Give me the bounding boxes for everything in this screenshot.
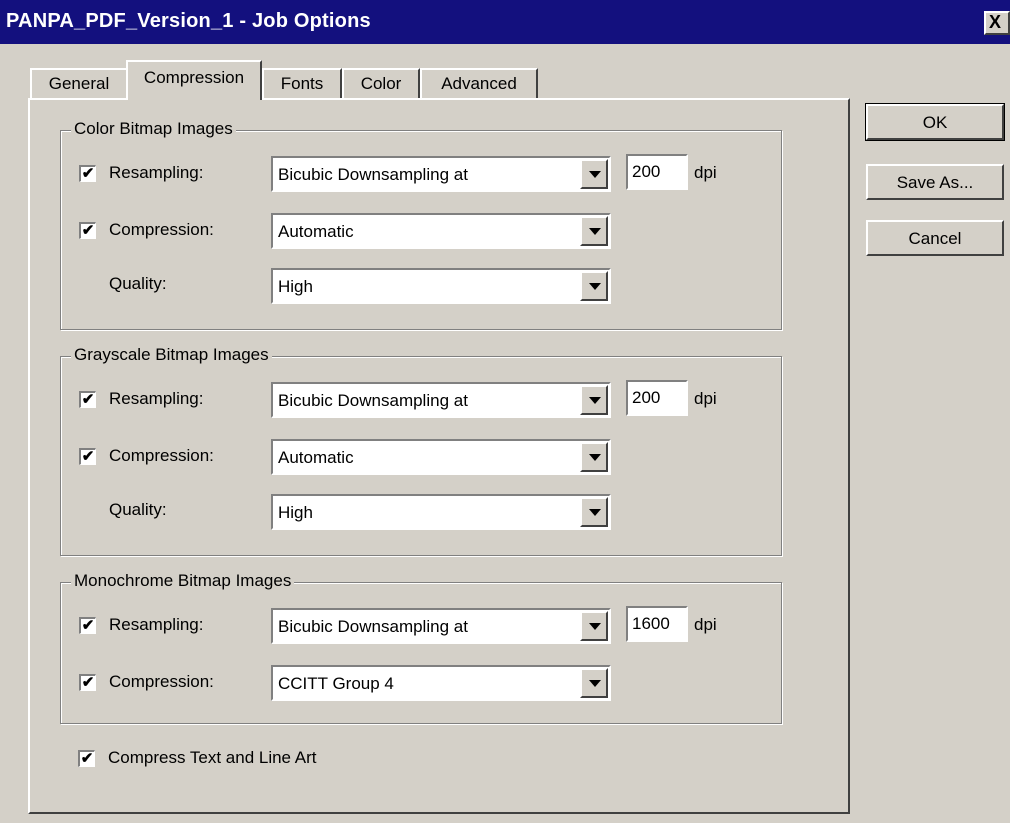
mono-compression-label: Compression: xyxy=(109,672,214,691)
gray-resampling-checkbox[interactable]: ✔ xyxy=(79,391,96,408)
gray-resampling-select[interactable]: Bicubic Downsampling at xyxy=(271,382,611,418)
gray-quality-label: Quality: xyxy=(109,500,167,519)
cancel-button[interactable]: Cancel xyxy=(866,220,1004,256)
tab-compression[interactable]: Compression xyxy=(126,60,262,100)
mono-compression-checkbox[interactable]: ✔ xyxy=(79,674,96,691)
color-quality-label: Quality: xyxy=(109,274,167,293)
dropdown-arrow-icon[interactable] xyxy=(580,385,608,415)
color-resampling-label: Resampling: xyxy=(109,163,204,182)
mono-resampling-select[interactable]: Bicubic Downsampling at xyxy=(271,608,611,644)
color-dpi-input[interactable]: 200 xyxy=(626,154,688,190)
gray-compression-select[interactable]: Automatic xyxy=(271,439,611,475)
tab-advanced[interactable]: Advanced xyxy=(420,68,538,98)
color-resampling-checkbox[interactable]: ✔ xyxy=(79,165,96,182)
dropdown-arrow-icon[interactable] xyxy=(580,271,608,301)
compress-text-checkbox[interactable]: ✔ xyxy=(78,750,95,767)
compression-panel: Color Bitmap Images ✔ Resampling: Bicubi… xyxy=(28,98,850,814)
color-quality-value: High xyxy=(278,277,313,296)
color-dpi-unit: dpi xyxy=(694,163,717,182)
mono-dpi-input[interactable]: 1600 xyxy=(626,606,688,642)
title-bar[interactable]: PANPA_PDF_Version_1 - Job Options X xyxy=(0,0,1010,44)
tab-color[interactable]: Color xyxy=(342,68,420,98)
color-compression-value: Automatic xyxy=(278,222,354,241)
mono-compression-value: CCITT Group 4 xyxy=(278,674,394,693)
dropdown-arrow-icon[interactable] xyxy=(580,442,608,472)
gray-dpi-unit: dpi xyxy=(694,389,717,408)
tab-general[interactable]: General xyxy=(30,68,128,98)
gray-compression-checkbox[interactable]: ✔ xyxy=(79,448,96,465)
gray-resampling-label: Resampling: xyxy=(109,389,204,408)
color-compression-checkbox[interactable]: ✔ xyxy=(79,222,96,239)
close-button[interactable]: X xyxy=(984,11,1010,35)
dropdown-arrow-icon[interactable] xyxy=(580,611,608,641)
window-title: PANPA_PDF_Version_1 - Job Options xyxy=(6,10,371,32)
color-group-legend: Color Bitmap Images xyxy=(71,119,236,139)
mono-group-legend: Monochrome Bitmap Images xyxy=(71,571,295,591)
gray-dpi-input[interactable]: 200 xyxy=(626,380,688,416)
gray-compression-label: Compression: xyxy=(109,446,214,465)
mono-resampling-checkbox[interactable]: ✔ xyxy=(79,617,96,634)
mono-resampling-value: Bicubic Downsampling at xyxy=(278,617,468,636)
gray-quality-value: High xyxy=(278,503,313,522)
color-resampling-value: Bicubic Downsampling at xyxy=(278,165,468,184)
gray-quality-select[interactable]: High xyxy=(271,494,611,530)
color-compression-select[interactable]: Automatic xyxy=(271,213,611,249)
gray-group-legend: Grayscale Bitmap Images xyxy=(71,345,272,365)
color-compression-label: Compression: xyxy=(109,220,214,239)
save-as-button[interactable]: Save As... xyxy=(866,164,1004,200)
dropdown-arrow-icon[interactable] xyxy=(580,668,608,698)
monochrome-bitmap-group: Monochrome Bitmap Images ✔ Resampling: B… xyxy=(60,571,782,724)
gray-compression-value: Automatic xyxy=(278,448,354,467)
dropdown-arrow-icon[interactable] xyxy=(580,159,608,189)
color-resampling-select[interactable]: Bicubic Downsampling at xyxy=(271,156,611,192)
mono-dpi-unit: dpi xyxy=(694,615,717,634)
compress-text-label: Compress Text and Line Art xyxy=(108,748,317,767)
mono-resampling-label: Resampling: xyxy=(109,615,204,634)
tab-fonts[interactable]: Fonts xyxy=(262,68,342,98)
gray-resampling-value: Bicubic Downsampling at xyxy=(278,391,468,410)
grayscale-bitmap-group: Grayscale Bitmap Images ✔ Resampling: Bi… xyxy=(60,345,782,556)
color-quality-select[interactable]: High xyxy=(271,268,611,304)
mono-compression-select[interactable]: CCITT Group 4 xyxy=(271,665,611,701)
dropdown-arrow-icon[interactable] xyxy=(580,216,608,246)
job-options-dialog: PANPA_PDF_Version_1 - Job Options X Gene… xyxy=(0,0,1010,823)
ok-button[interactable]: OK xyxy=(865,103,1005,141)
color-bitmap-group: Color Bitmap Images ✔ Resampling: Bicubi… xyxy=(60,119,782,330)
dropdown-arrow-icon[interactable] xyxy=(580,497,608,527)
